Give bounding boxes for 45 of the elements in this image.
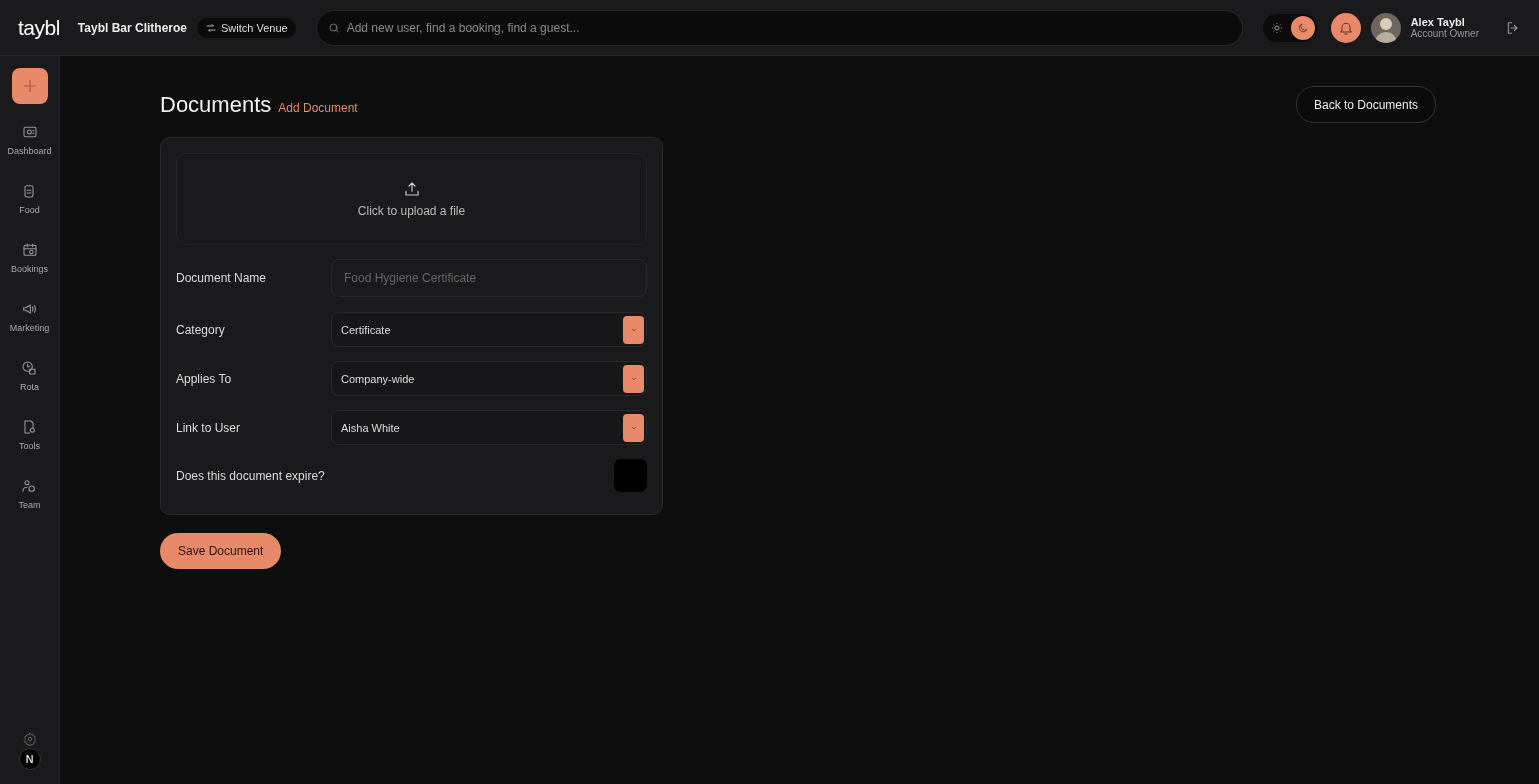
checkbox[interactable]: [614, 459, 647, 492]
field-label: Does this document expire?: [176, 468, 325, 483]
user-role: Account Owner: [1410, 28, 1479, 39]
search-icon: [327, 21, 340, 34]
save-button[interactable]: Save Document: [160, 533, 282, 569]
upload-text: Click to upload a file: [357, 204, 466, 218]
plus-icon: [21, 78, 38, 94]
search-field[interactable]: Add new user, find a booking, find a guest...: [315, 9, 1243, 46]
sidebar-item[interactable]: Bookings: [11, 242, 48, 301]
upload-area[interactable]: Click to upload a file: [176, 153, 647, 245]
back-button[interactable]: Back to Documents: [1295, 86, 1436, 123]
add-document-link[interactable]: Add Document: [278, 100, 358, 115]
user-name: Alex Taybl: [1410, 16, 1465, 28]
field-label: Link to User: [176, 420, 241, 435]
sidebar-item[interactable]: Marketing: [9, 301, 50, 360]
clock-icon: [21, 360, 38, 376]
calendar-icon: [21, 242, 38, 258]
sidebar-item[interactable]: Dashboard: [7, 124, 52, 183]
swap-icon: [205, 21, 217, 34]
document-icon: [21, 419, 38, 435]
text-field[interactable]: Food Hygiene Certificate: [331, 259, 647, 297]
megaphone-icon: [21, 301, 38, 317]
people-icon: [21, 478, 38, 494]
sidebar-item[interactable]: Team: [18, 478, 41, 537]
page-title: Documents: [160, 91, 272, 118]
dev-badge[interactable]: N: [18, 748, 41, 770]
avatar[interactable]: [1370, 12, 1401, 43]
settings-icon[interactable]: [22, 732, 37, 746]
venue-name: Taybl Bar Clitheroe: [77, 20, 187, 35]
switch-venue-button[interactable]: Switch Venue: [197, 17, 296, 38]
dropdown[interactable]: Aisha White: [331, 410, 647, 445]
monitor-icon: [21, 124, 38, 140]
sidebar-item[interactable]: Food: [19, 183, 40, 242]
field-label: Document Name: [176, 271, 267, 285]
dropdown[interactable]: Company-wide: [331, 361, 647, 396]
upload-icon: [402, 180, 421, 198]
moon-icon[interactable]: [1290, 15, 1315, 40]
dropdown[interactable]: Certificate: [331, 312, 647, 347]
bell-icon[interactable]: [1330, 12, 1361, 43]
sidebar-item[interactable]: Rota: [20, 360, 39, 419]
add-button[interactable]: [11, 68, 48, 104]
logo[interactable]: taybl: [18, 15, 60, 40]
sidebar-item[interactable]: Tools: [19, 419, 40, 478]
field-label: Category: [176, 322, 225, 337]
field-label: Applies To: [176, 371, 232, 386]
